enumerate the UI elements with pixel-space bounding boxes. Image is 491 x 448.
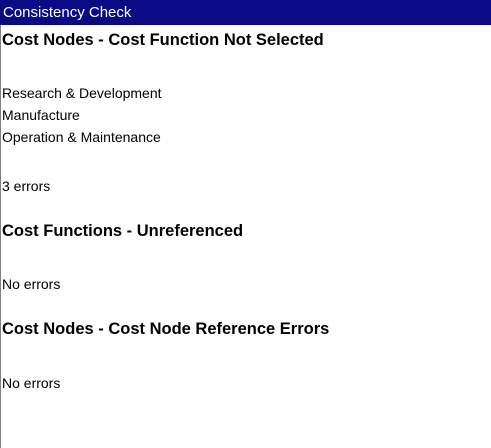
error-item-operation-maintenance: Operation & Maintenance bbox=[2, 129, 161, 145]
error-item-research-development: Research & Development bbox=[2, 85, 162, 101]
section-result-count: No errors bbox=[2, 276, 61, 292]
error-item-manufacture: Manufacture bbox=[2, 107, 80, 123]
consistency-check-window: Consistency Check Cost Nodes - Cost Func… bbox=[0, 0, 491, 448]
left-border bbox=[0, 25, 1, 448]
section-heading-cost-function-not-selected: Cost Nodes - Cost Function Not Selected bbox=[2, 31, 324, 49]
section-result-count: 3 errors bbox=[2, 178, 51, 194]
section-heading-cost-node-reference-errors: Cost Nodes - Cost Node Reference Errors bbox=[2, 320, 330, 338]
window-title: Consistency Check bbox=[0, 0, 491, 25]
section-result-count: No errors bbox=[2, 375, 61, 391]
section-heading-cost-functions-unreferenced: Cost Functions - Unreferenced bbox=[2, 222, 244, 240]
